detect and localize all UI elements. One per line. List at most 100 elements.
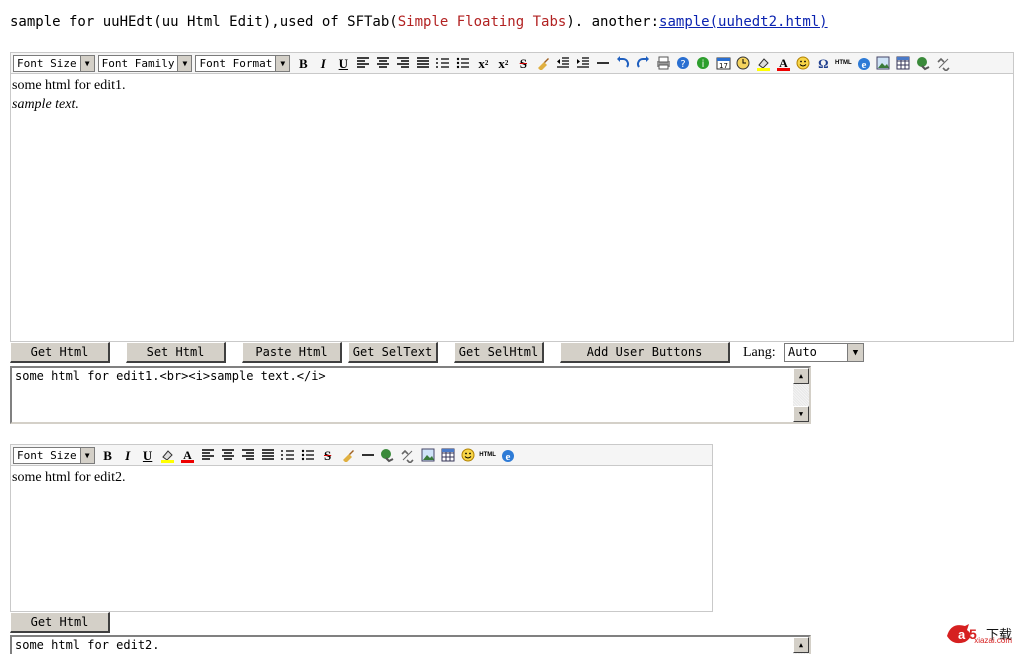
editor-2-line: some html for edit2. [12,470,126,485]
html-mode-icon[interactable]: HTML [833,54,853,72]
link-icon[interactable] [378,446,398,464]
background-color-icon[interactable] [753,54,773,72]
font-size-label: Font Size [17,56,77,70]
scrollbar[interactable]: ▲ [793,637,809,654]
get-html-button[interactable]: Get Html [10,342,110,363]
watermark-logo: a 5 下载 xiazai.com [945,620,1012,646]
align-center-icon[interactable] [218,446,238,464]
get-html-button-2[interactable]: Get Html [10,612,110,633]
set-html-button[interactable]: Set Html [126,342,226,363]
paste-html-button[interactable]: Paste Html [242,342,342,363]
undo-icon[interactable] [613,54,633,72]
scroll-up-icon[interactable]: ▲ [793,637,809,653]
clean-format-icon[interactable] [338,446,358,464]
table-icon[interactable] [893,54,913,72]
image-icon[interactable] [873,54,893,72]
editor-2-content[interactable]: some html for edit2. [11,466,712,489]
lang-select[interactable]: Auto ▼ [784,343,864,362]
help-icon[interactable]: ? [673,54,693,72]
svg-text:e: e [861,59,866,71]
subscript-icon[interactable]: x2 [473,54,493,72]
watermark-domain: xiazai.com [974,636,1012,645]
font-family-label: Font Family [101,56,175,70]
underline-icon[interactable]: U [138,446,158,464]
unlink-icon[interactable] [933,54,953,72]
italic-icon[interactable]: I [313,54,333,72]
bold-icon[interactable]: B [98,446,118,464]
svg-text:17: 17 [719,62,728,70]
align-left-icon[interactable] [198,446,218,464]
font-format-label: Font Format [199,56,273,70]
outdent-icon[interactable] [553,54,573,72]
font-format-select[interactable]: Font Format ▼ [195,54,291,72]
editor-1-content[interactable]: some html for edit1. sample text. [11,74,1013,116]
align-justify-icon[interactable] [413,54,433,72]
unlink-icon[interactable] [398,446,418,464]
bold-icon[interactable]: B [293,54,313,72]
underline-icon[interactable]: U [333,54,353,72]
editor-1-line: some html for edit1. [12,78,126,93]
scroll-up-icon[interactable]: ▲ [793,368,809,384]
sample2-link[interactable]: sample(uuhedt2.html) [659,14,828,30]
html-output-1[interactable]: some html for edit1.<br><i>sample text.<… [10,366,811,424]
font-size-label: Font Size [17,448,77,462]
image-icon[interactable] [418,446,438,464]
get-seltext-button[interactable]: Get SelText [348,342,438,363]
lang-label: Lang: [743,345,776,360]
background-color-icon[interactable] [158,446,178,464]
font-size-select[interactable]: Font Size ▼ [13,446,95,464]
link-icon[interactable] [913,54,933,72]
scrollbar[interactable]: ▲ ▼ [793,368,809,422]
align-right-icon[interactable] [238,446,258,464]
chevron-down-icon: ▼ [275,55,290,71]
horizontal-rule-icon[interactable] [358,446,378,464]
get-selhtml-button[interactable]: Get SelHtml [454,342,544,363]
date-icon[interactable]: 17 [713,54,733,72]
editor-1-toolbar: Font Size ▼ Font Family ▼ Font Format ▼ B I… [11,53,1013,74]
html-output-2-text: some html for edit2. [15,638,160,652]
add-user-buttons-button[interactable]: Add User Buttons [560,342,730,363]
smiley-icon[interactable] [458,446,478,464]
align-left-icon[interactable] [353,54,373,72]
strikethrough-icon[interactable]: S [513,54,533,72]
unordered-list-icon[interactable] [453,54,473,72]
indent-icon[interactable] [573,54,593,72]
superscript-icon[interactable]: x2 [493,54,513,72]
preview-icon[interactable]: e [853,54,873,72]
font-size-select[interactable]: Font Size ▼ [13,54,95,72]
italic-icon[interactable]: I [118,446,138,464]
html-output-2[interactable]: some html for edit2. ▲ [10,635,811,654]
editor-2-toolbar: Font Size ▼ B I U A S HTML e [11,445,712,466]
preview-icon[interactable]: e [498,446,518,464]
unordered-list-icon[interactable] [298,446,318,464]
clean-format-icon[interactable] [533,54,553,72]
align-right-icon[interactable] [393,54,413,72]
about-icon[interactable]: i [693,54,713,72]
redo-icon[interactable] [633,54,653,72]
time-icon[interactable] [733,54,753,72]
align-justify-icon[interactable] [258,446,278,464]
horizontal-rule-icon[interactable] [593,54,613,72]
align-center-icon[interactable] [373,54,393,72]
editor-1: Font Size ▼ Font Family ▼ Font Format ▼ B I… [10,52,1014,342]
chevron-down-icon: ▼ [79,55,94,71]
intro-text-middle: ). another: [566,14,660,30]
svg-text:A: A [779,56,788,70]
chevron-down-icon: ▼ [847,344,863,361]
html-mode-icon[interactable]: HTML [478,446,498,464]
font-color-icon[interactable]: A [178,446,198,464]
ordered-list-icon[interactable] [433,54,453,72]
font-color-icon[interactable]: A [773,54,793,72]
table-icon[interactable] [438,446,458,464]
svg-text:e: e [506,451,511,463]
scroll-down-icon[interactable]: ▼ [793,406,809,422]
special-char-icon[interactable]: Ω [813,54,833,72]
strikethrough-icon[interactable]: S [318,446,338,464]
smiley-icon[interactable] [793,54,813,72]
intro-text: sample for uuHEdt(uu Html Edit),used of … [10,14,398,30]
lang-value: Auto [788,345,817,359]
ordered-list-icon[interactable] [278,446,298,464]
font-family-select[interactable]: Font Family ▼ [97,54,193,72]
editor-2: Font Size ▼ B I U A S HTML e some html fo… [10,444,713,612]
print-icon[interactable] [653,54,673,72]
